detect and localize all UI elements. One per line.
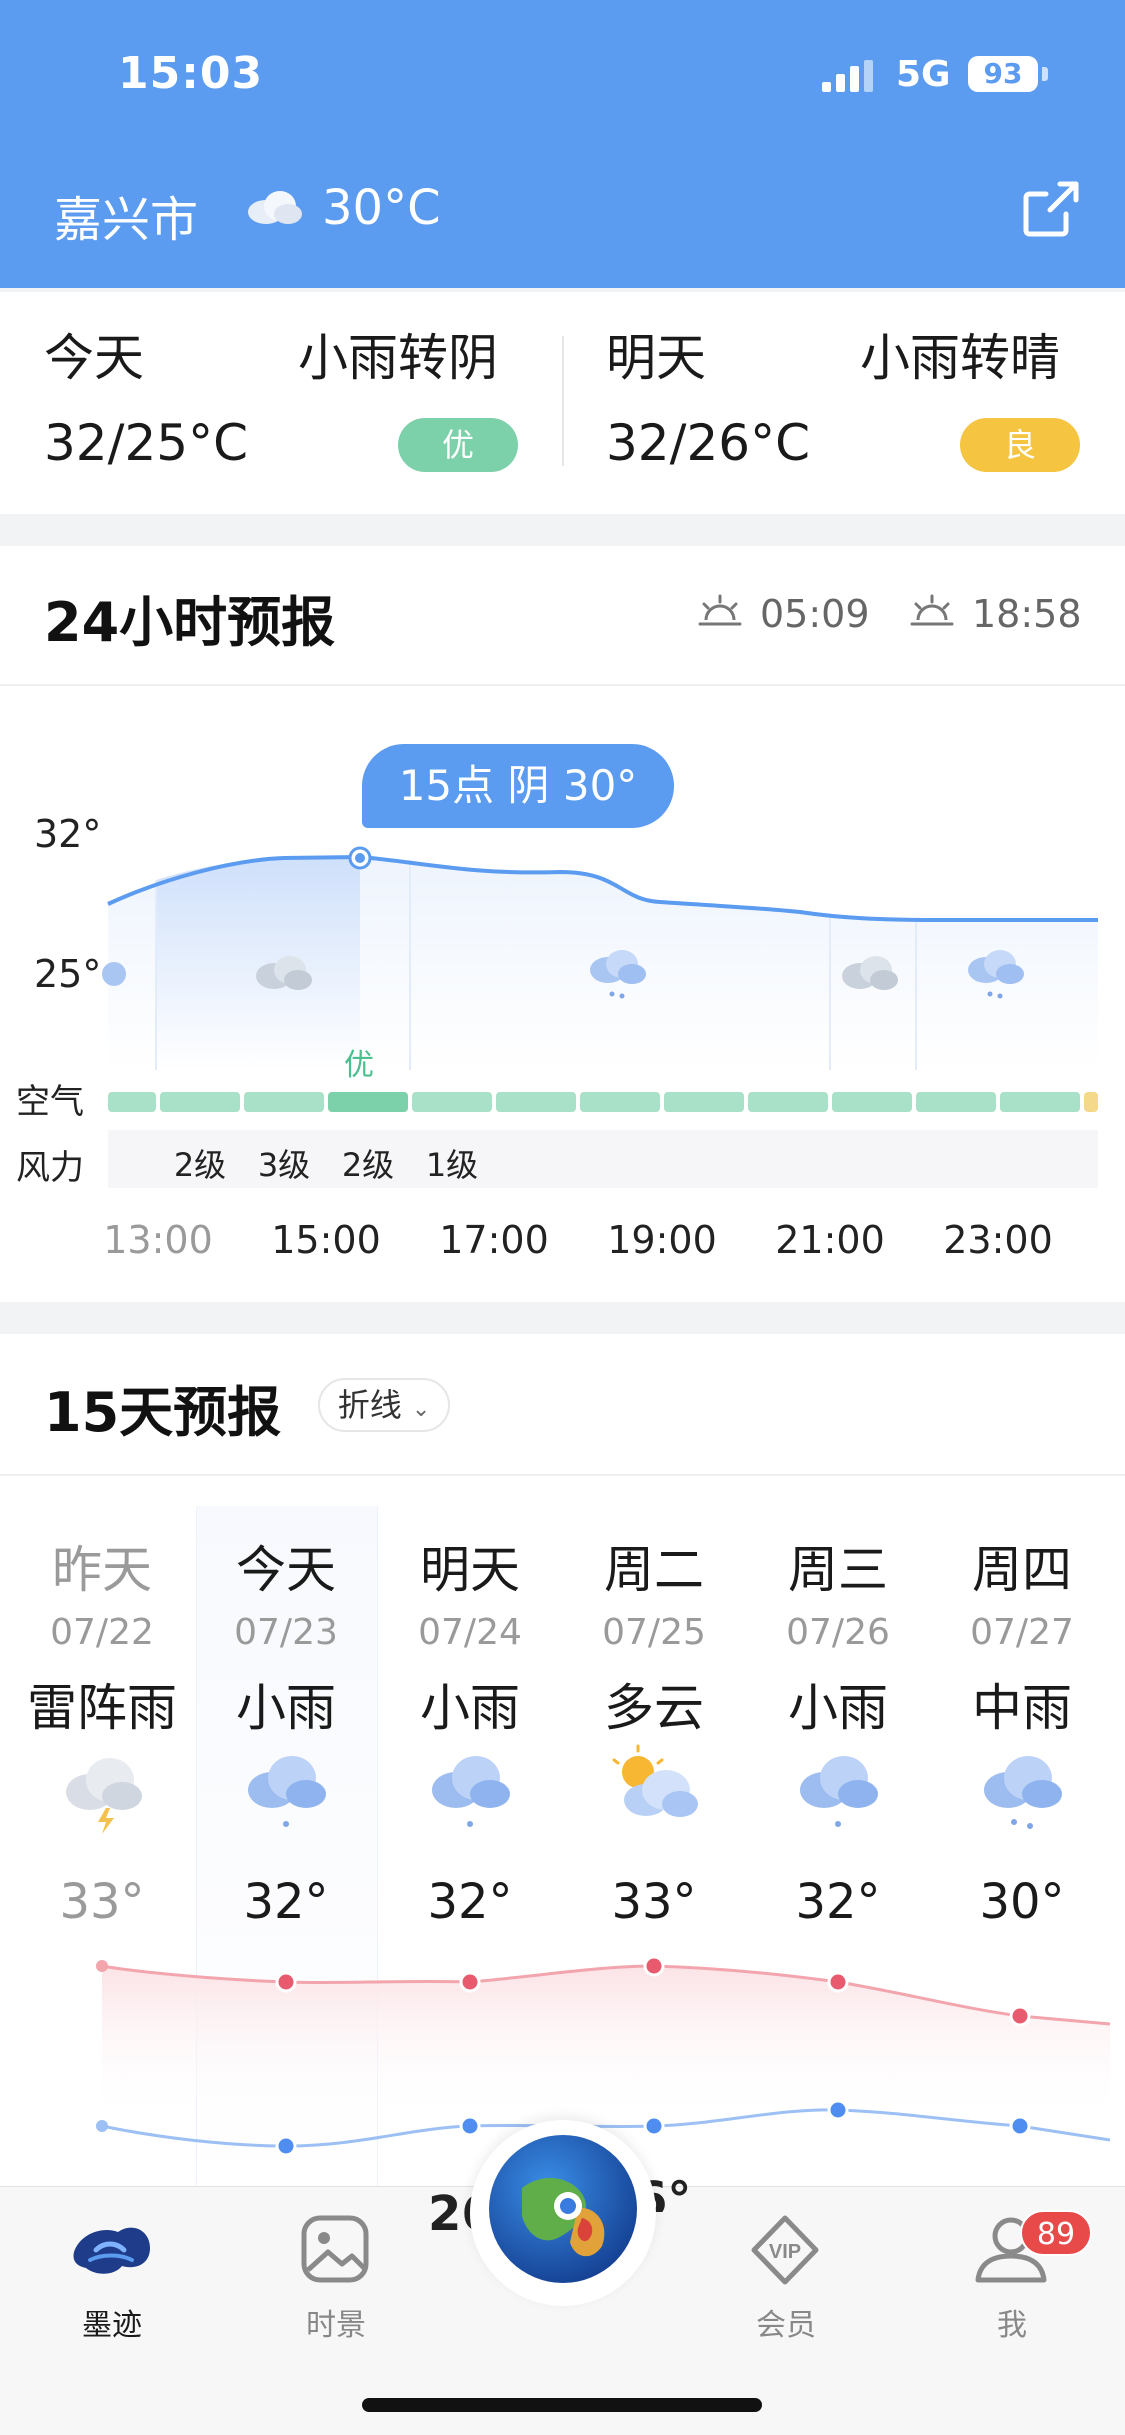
- high-temp-point: [1009, 2005, 1031, 2027]
- high-temp-point: [96, 1960, 108, 1972]
- moji-logo-icon[interactable]: [66, 2212, 156, 2288]
- low-temp-point: [1009, 2115, 1031, 2137]
- tab-me-label[interactable]: 我: [942, 2300, 1082, 2344]
- tab-vip-label[interactable]: 会员: [716, 2300, 856, 2344]
- high-temp-point: [643, 1955, 665, 1977]
- svg-text:VIP: VIP: [769, 2241, 801, 2263]
- low-temp-point: [643, 2115, 665, 2137]
- notification-badge: 89: [1020, 2210, 1092, 2256]
- globe-icon[interactable]: [482, 2128, 644, 2290]
- tab-moji-label[interactable]: 墨迹: [42, 2300, 182, 2344]
- low-temp-point: [827, 2099, 849, 2121]
- photo-icon[interactable]: [290, 2212, 380, 2288]
- low-temp-point: [96, 2120, 108, 2132]
- high-temp-point: [459, 1971, 481, 1993]
- daily-temperature-chart[interactable]: [0, 0, 1125, 2200]
- high-temp-area: [102, 1966, 1110, 2120]
- low-temp-point: [459, 2115, 481, 2137]
- tab-photo-label[interactable]: 时景: [266, 2300, 406, 2344]
- home-indicator[interactable]: [362, 2398, 762, 2412]
- high-temp-point: [275, 1971, 297, 1993]
- low-temp-partial: 26: [428, 2186, 495, 2242]
- high-temp-point: [827, 1971, 849, 1993]
- vip-icon[interactable]: VIP: [740, 2212, 830, 2288]
- low-temp-point: [275, 2135, 297, 2157]
